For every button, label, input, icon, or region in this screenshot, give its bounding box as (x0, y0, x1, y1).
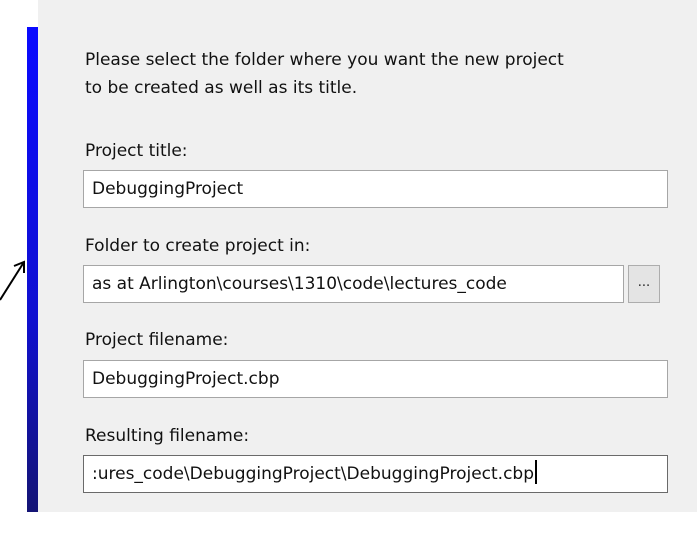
wizard-panel: Please select the folder where you want … (38, 0, 697, 512)
resulting-filename-value: :ures_code\DebuggingProject\DebuggingPro… (92, 464, 535, 484)
folder-field[interactable]: as at Arlington\courses\1310\code\lectur… (83, 265, 624, 303)
wizard-accent-bar (27, 27, 38, 512)
instructions-line-1: Please select the folder where you want … (85, 50, 564, 70)
instructions-text: Please select the folder where you want … (85, 46, 685, 102)
project-title-field[interactable]: DebuggingProject (83, 170, 668, 208)
instructions-line-2: to be created as well as its title. (85, 78, 358, 98)
project-filename-field[interactable]: DebuggingProject.cbp (83, 360, 668, 398)
folder-label: Folder to create project in: (85, 236, 311, 256)
project-filename-label: Project filename: (85, 330, 229, 350)
screenshot-canvas: Please select the folder where you want … (0, 0, 697, 539)
text-caret (535, 460, 538, 484)
browse-folder-button[interactable]: ... (628, 265, 660, 303)
project-title-label: Project title: (85, 141, 188, 161)
resulting-filename-field[interactable]: :ures_code\DebuggingProject\DebuggingPro… (83, 455, 668, 493)
resulting-filename-label: Resulting filename: (85, 426, 250, 446)
